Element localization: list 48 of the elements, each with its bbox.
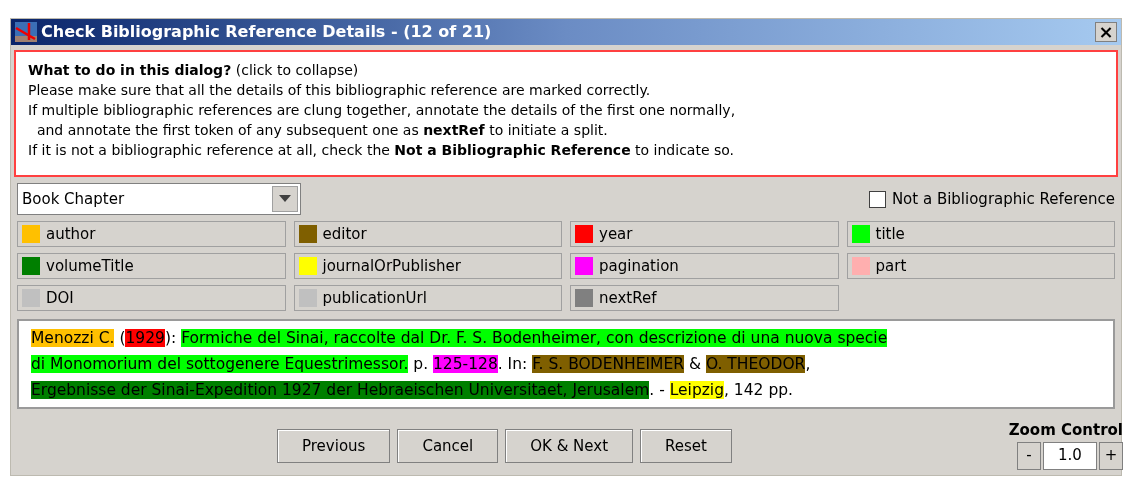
reference-text: ( bbox=[118, 329, 126, 347]
dialog-button[interactable]: Cancel bbox=[397, 429, 499, 463]
instruction-text: If it is not a bibliographic reference at all, check the Not a Bibliographic Reference to indicate so. bbox=[28, 141, 736, 160]
annotation-type-button[interactable]: pagination bbox=[570, 253, 839, 279]
annotation-type-button[interactable]: title bbox=[846, 221, 1115, 247]
annotated-text: 125-128 bbox=[433, 355, 498, 373]
annotation-type-button[interactable]: nextRef bbox=[570, 285, 839, 311]
annotation-type-button[interactable]: volumeTitle bbox=[17, 253, 286, 279]
instruction-text: and annotate the first token of any subsequent one as nextRef to initiate a split. bbox=[35, 121, 609, 140]
zoom-value-field[interactable]: 1.0 bbox=[1043, 441, 1097, 470]
reference-text: . In: bbox=[497, 355, 529, 373]
zoom-control-label: Zoom Control bbox=[1008, 420, 1123, 441]
reference-text: , bbox=[805, 355, 811, 373]
annotated-text: O. THEODOR bbox=[705, 355, 806, 373]
checkbox-label[interactable]: Not a Bibliographic Reference bbox=[891, 187, 1115, 211]
zoom-out-button[interactable]: - bbox=[1017, 441, 1041, 470]
checkbox[interactable] bbox=[868, 190, 886, 208]
annotated-text: 1929 bbox=[125, 329, 165, 347]
dialog-button[interactable]: OK & Next bbox=[505, 429, 634, 463]
reference-text: p. bbox=[412, 355, 430, 373]
close-button[interactable]: × bbox=[1095, 22, 1117, 42]
annotated-text: F. S. BODENHEIMER bbox=[532, 355, 684, 373]
annotation-type-button[interactable]: journalOrPublisher bbox=[293, 253, 562, 279]
reference-text: . - bbox=[649, 381, 666, 399]
annotation-type-button[interactable]: DOI bbox=[17, 285, 286, 311]
window-title: Check Bibliographic Reference Details - (12 of 21) bbox=[41, 21, 492, 43]
reference-text: & bbox=[687, 355, 702, 373]
annotation-type-button[interactable]: editor bbox=[293, 221, 562, 247]
annotated-text: Formiche del Sinai, raccolte dal Dr. F. S. Bodenheimer, con descrizione di una nuova specie bbox=[181, 329, 888, 347]
annotated-text: Leipzig bbox=[669, 381, 724, 399]
annotation-type-button[interactable]: publicationUrl bbox=[293, 285, 562, 311]
instructions-panel[interactable] bbox=[14, 50, 1118, 177]
annotated-text: Menozzi C. bbox=[31, 329, 115, 347]
dialog-button[interactable]: Previous bbox=[277, 429, 391, 463]
dialog-button[interactable]: Reset bbox=[640, 429, 732, 463]
annotated-text: di Monomorium del sottogenere Equestrimessor. bbox=[31, 355, 409, 373]
instruction-text: If multiple bibliographic references are clung together, annotate the details of the first one normally, bbox=[28, 101, 737, 120]
app-icon bbox=[15, 22, 37, 42]
reference-type-dropdown[interactable]: Book Chapter bbox=[17, 183, 301, 215]
annotation-type-button[interactable]: year bbox=[570, 221, 839, 247]
reference-text: ): bbox=[164, 329, 178, 347]
instruction-text: Please make sure that all the details of this bibliographic reference are marked correctly. bbox=[28, 81, 652, 100]
instruction-text: What to do in this dialog? (click to collapse) bbox=[28, 61, 360, 80]
reference-text: , 142 pp. bbox=[724, 381, 793, 399]
annotation-type-button[interactable]: author bbox=[17, 221, 286, 247]
annotated-text: Ergebnisse der Sinai-Expedition 1927 der Hebraeischen Universitaet, Jerusalem bbox=[31, 381, 650, 399]
annotation-type-button[interactable]: part bbox=[846, 253, 1115, 279]
zoom-in-button[interactable]: + bbox=[1099, 441, 1123, 470]
